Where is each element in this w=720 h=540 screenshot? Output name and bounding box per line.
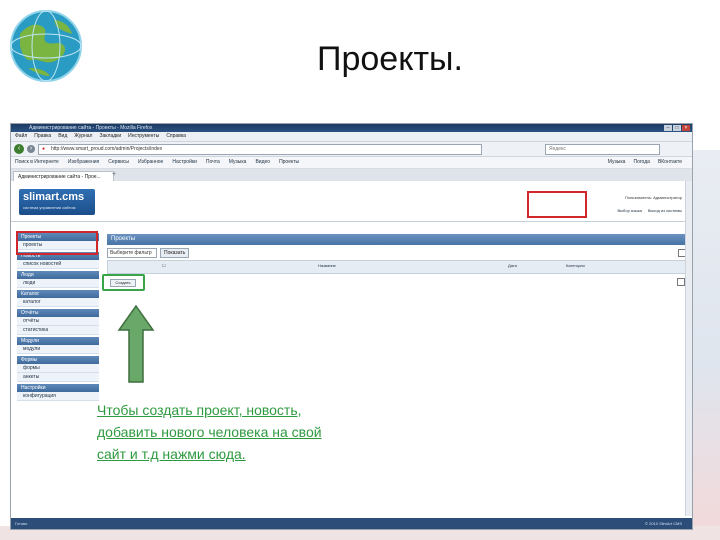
column-header[interactable]: Дата: [508, 263, 517, 268]
new-tab-button[interactable]: +: [112, 171, 116, 178]
cms-logo: slimart.cms система управления сайтом: [19, 189, 95, 215]
filter-select[interactable]: Выберите фильтр: [107, 248, 157, 258]
bookmark-item[interactable]: Настройки: [172, 157, 197, 168]
column-header[interactable]: Категория: [566, 263, 585, 268]
sidebar-item[interactable]: анкеты: [17, 373, 99, 382]
sidebar-group-title[interactable]: Настройки: [17, 384, 99, 392]
create-button[interactable]: Создать: [110, 279, 136, 287]
bookmark-item[interactable]: Почта: [206, 157, 220, 168]
back-arrow-icon[interactable]: ‹: [14, 144, 24, 154]
red-highlight-box: [16, 231, 98, 255]
logo-text: slimart.cms: [23, 191, 85, 203]
sidebar-group: Люди люди: [17, 271, 99, 288]
sidebar-item[interactable]: конфигурация: [17, 392, 99, 401]
table-header: ☐ Название Дата Категория: [107, 260, 688, 274]
sidebar-group-title[interactable]: Люди: [17, 271, 99, 279]
bookmark-item[interactable]: Музыка: [229, 157, 247, 168]
user-info: Пользователь: Администратор: [624, 195, 682, 200]
minimize-button[interactable]: –: [664, 125, 672, 131]
search-input[interactable]: Яндекс: [545, 143, 660, 155]
sidebar-group: Формы формы анкеты: [17, 356, 99, 382]
sidebar-item[interactable]: каталог: [17, 298, 99, 307]
menu-bar: Файл Правка Вид Журнал Закладки Инструме…: [11, 132, 692, 142]
forward-arrow-icon[interactable]: ›: [27, 145, 35, 153]
close-button[interactable]: ×: [682, 125, 690, 131]
status-bar: Готово © 2010 SlimArt CMS: [11, 518, 692, 529]
hint-line: сайт и т.д нажми сюда.: [97, 446, 246, 462]
bookmark-item[interactable]: Проекты: [279, 157, 299, 168]
bookmark-item[interactable]: Избранное: [138, 157, 163, 168]
sidebar-group: Настройки конфигурация: [17, 384, 99, 401]
window-titlebar: Администрирование сайта - Проекты - Mozi…: [11, 124, 692, 132]
sidebar-item[interactable]: список новостей: [17, 260, 99, 269]
hint-text: Чтобы создать проект, новость, добавить …: [97, 399, 377, 465]
hint-line: Чтобы создать проект, новость,: [97, 402, 302, 418]
bookmark-item[interactable]: Поиск в Интернете: [15, 157, 59, 168]
vertical-scrollbar[interactable]: [685, 181, 692, 516]
bookmark-item[interactable]: Погода: [633, 157, 649, 168]
sidebar-group-title[interactable]: Отчёты: [17, 309, 99, 317]
language-link[interactable]: Выбор языка: [618, 208, 642, 213]
column-header[interactable]: Название: [318, 263, 336, 268]
sidebar-item[interactable]: модули: [17, 345, 99, 354]
slide-title: Проекты.: [317, 40, 463, 78]
url-input[interactable]: http://www.smart_proud.com/admin/Project…: [38, 143, 482, 155]
menu-item-tools[interactable]: Инструменты: [128, 132, 159, 141]
sidebar-group-title[interactable]: Модули: [17, 337, 99, 345]
bookmarks-bar: Поиск в Интернете Изображения Сервисы Из…: [11, 157, 692, 169]
sidebar-item[interactable]: люди: [17, 279, 99, 288]
status-text: Готово: [15, 521, 28, 526]
window-controls: – □ ×: [664, 125, 690, 131]
sidebar-group: Отчёты отчёты статистика: [17, 309, 99, 335]
menu-item-file[interactable]: Файл: [15, 132, 27, 141]
browser-screenshot: Администрирование сайта - Проекты - Mozi…: [10, 123, 693, 530]
hint-line: добавить нового человека на свой: [97, 424, 322, 440]
bookmark-item[interactable]: Изображения: [68, 157, 99, 168]
logout-link[interactable]: Выход из системы: [648, 208, 682, 213]
filter-row: Выберите фильтр Показать: [107, 248, 686, 258]
sidebar-item[interactable]: формы: [17, 364, 99, 373]
cms-header: slimart.cms система управления сайтом По…: [11, 181, 692, 222]
content-title: Проекты: [107, 234, 686, 245]
sidebar-group-title[interactable]: Формы: [17, 356, 99, 364]
up-arrow-icon: [117, 304, 155, 383]
show-button[interactable]: Показать: [160, 248, 190, 258]
logo-tagline: система управления сайтом: [23, 205, 76, 210]
bookmark-item[interactable]: Музыка: [608, 157, 626, 168]
menu-item-history[interactable]: Журнал: [74, 132, 92, 141]
navigation-bar: ‹ › http://www.smart_proud.com/admin/Pro…: [11, 142, 692, 157]
status-copyright: © 2010 SlimArt CMS: [645, 521, 682, 526]
bookmark-item[interactable]: Сервисы: [108, 157, 129, 168]
maximize-button[interactable]: □: [673, 125, 681, 131]
bookmark-item[interactable]: ВКонтакте: [658, 157, 682, 168]
menu-item-help[interactable]: Справка: [166, 132, 186, 141]
sidebar-group: Каталог каталог: [17, 290, 99, 307]
globe-icon: [10, 10, 82, 82]
sidebar-group-title[interactable]: Каталог: [17, 290, 99, 298]
header-links: Выбор языка Выход из системы: [618, 208, 682, 213]
red-highlight-box: [527, 191, 587, 218]
menu-item-edit[interactable]: Правка: [34, 132, 51, 141]
sidebar-group: Модули модули: [17, 337, 99, 354]
bookmarks-right: Музыка Погода ВКонтакте: [608, 157, 692, 168]
window-title: Администрирование сайта - Проекты - Mozi…: [29, 125, 153, 131]
green-highlight-box: Создать: [102, 274, 145, 291]
select-all-checkbox[interactable]: ☐: [162, 263, 166, 268]
menu-item-view[interactable]: Вид: [58, 132, 67, 141]
sidebar-item[interactable]: отчёты: [17, 317, 99, 326]
sidebar: Проекты проекты Новости список новостей …: [16, 231, 99, 501]
bookmark-item[interactable]: Видео: [255, 157, 270, 168]
sidebar-item[interactable]: статистика: [17, 326, 99, 335]
settings-icon[interactable]: [677, 278, 685, 286]
menu-item-bookmarks[interactable]: Закладки: [99, 132, 121, 141]
